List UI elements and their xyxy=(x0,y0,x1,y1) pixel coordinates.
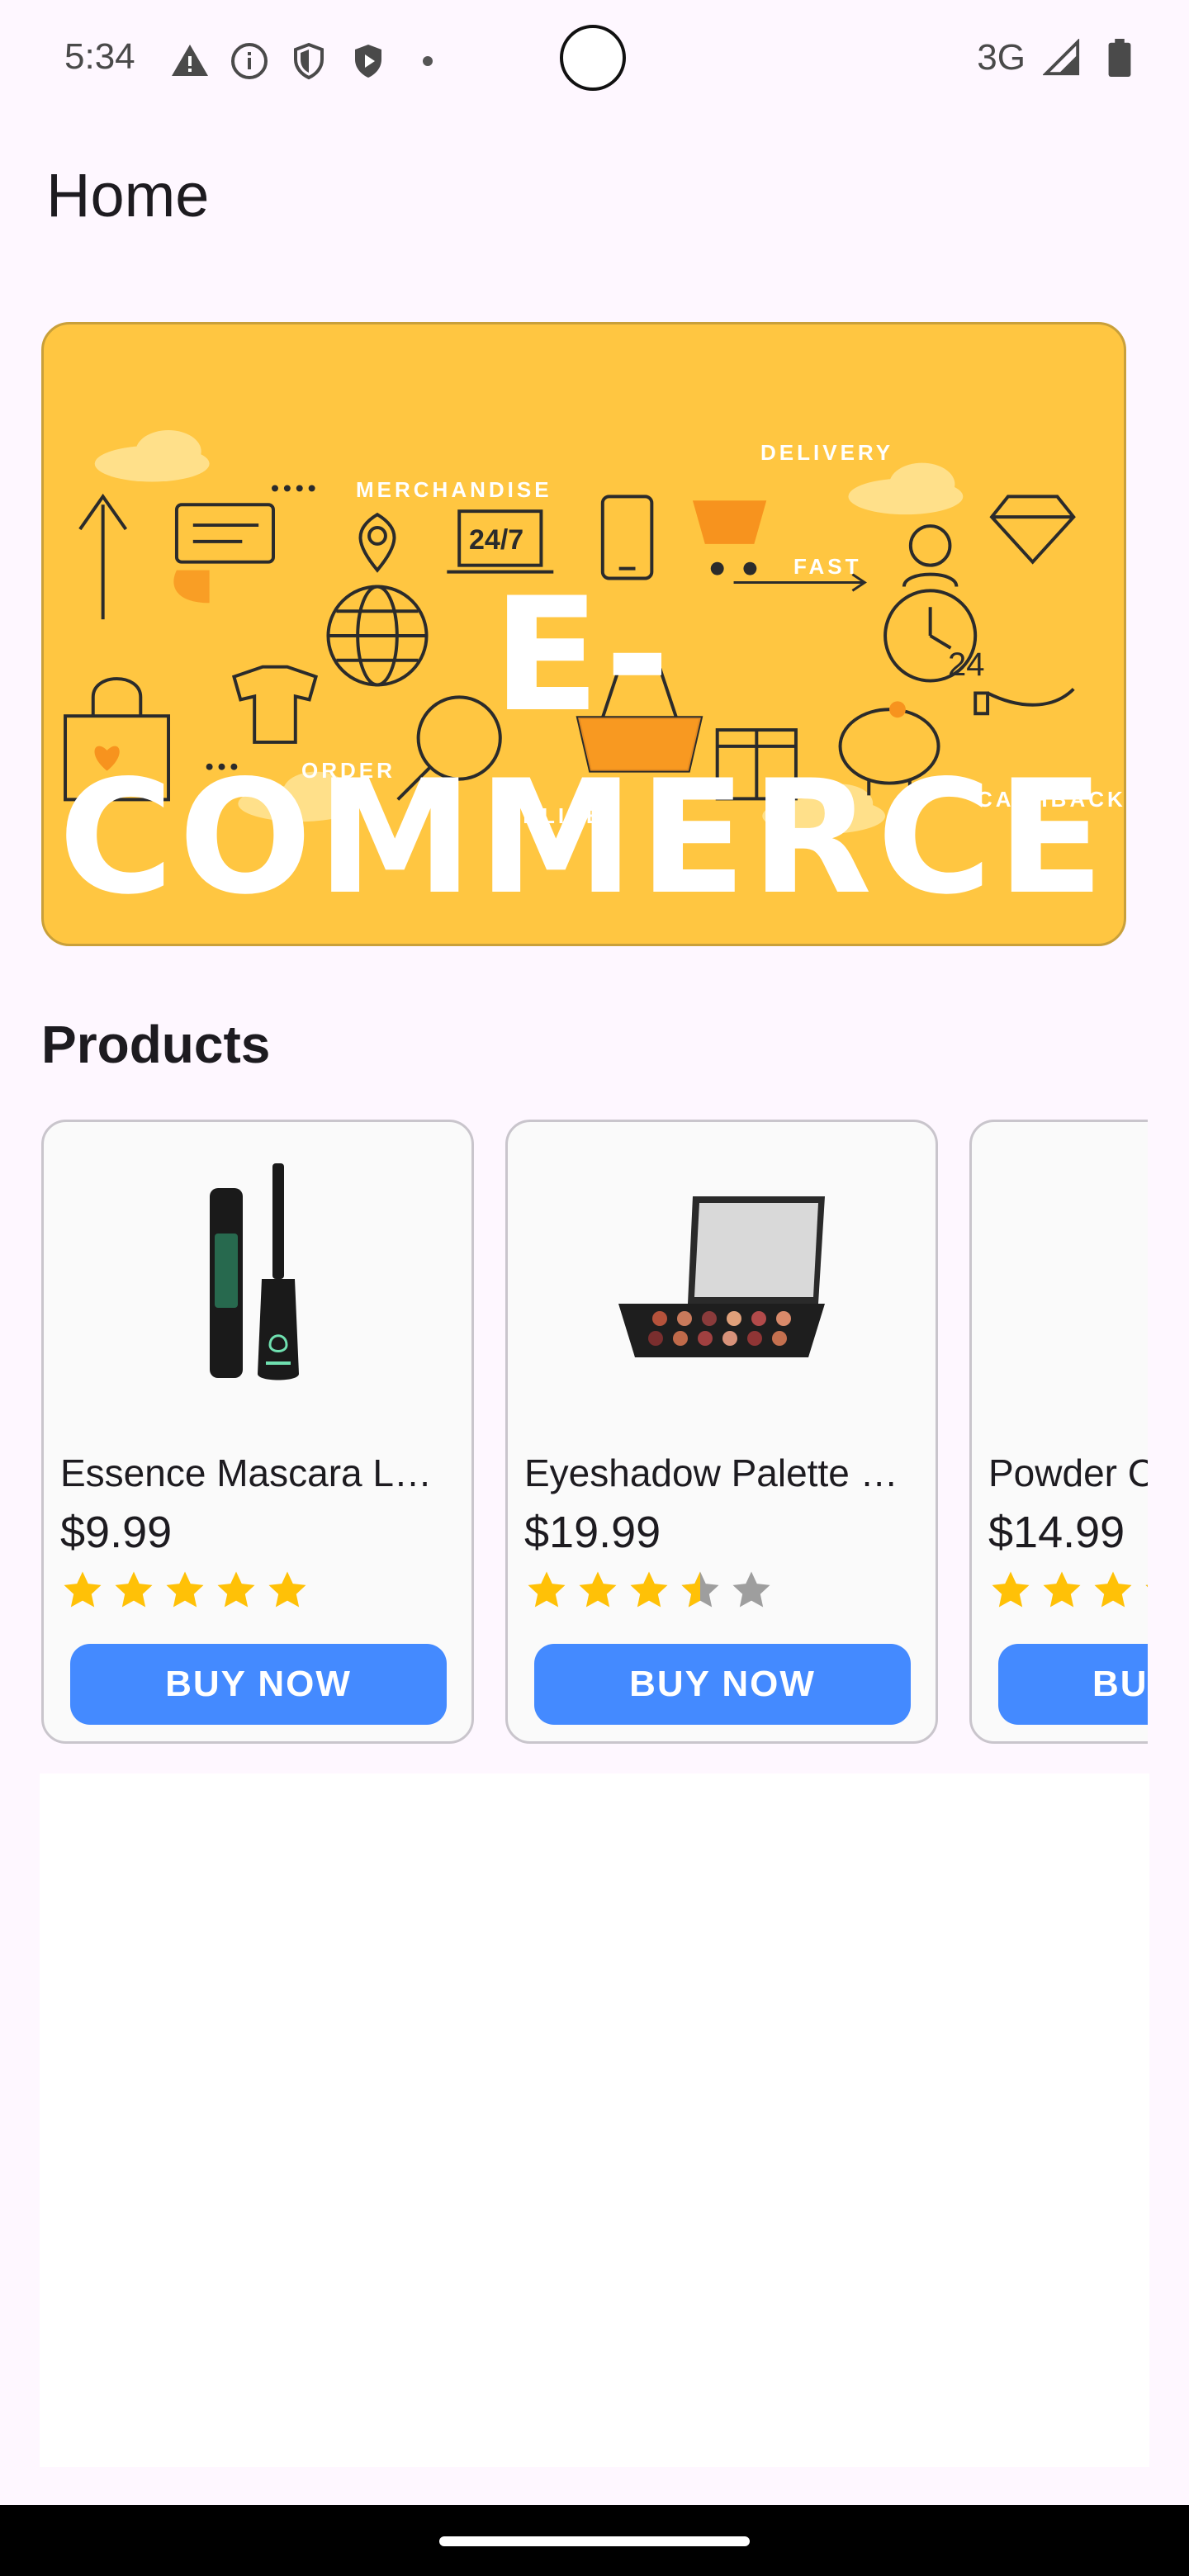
star-filled-icon xyxy=(1094,1571,1132,1608)
star-filled-icon xyxy=(64,1571,102,1608)
product-card[interactable]: Powder C $14.99 BU xyxy=(969,1120,1148,1744)
buy-now-button[interactable]: BUY NOW xyxy=(70,1644,447,1725)
product-rating xyxy=(988,1568,1148,1612)
more-notifications-dot xyxy=(423,56,433,66)
info-icon xyxy=(228,40,271,83)
mascara-icon xyxy=(44,1122,471,1436)
home-gesture-handle[interactable] xyxy=(439,2536,750,2546)
product-card[interactable]: Eyeshadow Palette … $19.99 BUY NOW xyxy=(505,1120,938,1744)
products-carousel[interactable]: Essence Mascara L… $9.99 BUY NOW Eyeshad… xyxy=(41,1120,1148,1744)
notification-icons xyxy=(168,40,433,83)
buy-now-button[interactable]: BUY NOW xyxy=(534,1644,911,1725)
star-empty-icon xyxy=(732,1571,770,1608)
gesture-nav-bar xyxy=(0,2505,1189,2576)
product-card[interactable]: Essence Mascara L… $9.99 BUY NOW xyxy=(41,1120,474,1744)
product-name: Powder C xyxy=(988,1451,1148,1494)
product-price: $19.99 xyxy=(524,1508,661,1557)
product-name: Eyeshadow Palette … xyxy=(524,1451,898,1494)
star-filled-icon xyxy=(579,1571,617,1608)
shield-icon xyxy=(287,40,330,83)
banner-label-fast: FAST xyxy=(793,554,862,579)
battery-icon xyxy=(1098,36,1141,79)
star-filled-icon xyxy=(528,1571,566,1608)
product-name: Essence Mascara L… xyxy=(60,1451,432,1494)
ecommerce-banner: E-COMMERCE MERCHANDISE DELIVERY FAST ORD… xyxy=(41,322,1126,946)
play-shield-icon xyxy=(347,40,390,83)
banner-label-day: 24 xyxy=(948,646,985,683)
eyeshadow-palette-icon xyxy=(508,1122,936,1436)
camera-cutout xyxy=(560,25,626,91)
product-rating xyxy=(60,1568,310,1612)
warning-icon xyxy=(168,40,211,83)
banner-label-hours: 24/7 xyxy=(469,524,524,556)
buy-now-button[interactable]: BU xyxy=(998,1644,1148,1725)
star-filled-icon xyxy=(630,1571,668,1608)
products-section-title: Products xyxy=(41,1015,271,1074)
banner-label-order: ORDER xyxy=(301,758,396,783)
banner-label-merchandise: MERCHANDISE xyxy=(356,477,552,502)
banner-title: E-COMMERCE xyxy=(58,564,1110,929)
status-time: 5:34 xyxy=(64,36,135,77)
content-panel xyxy=(40,1773,1149,2467)
banner-label-delivery: DELIVERY xyxy=(760,440,894,465)
product-price: $14.99 xyxy=(988,1508,1125,1557)
signal-icon xyxy=(1040,36,1083,79)
star-half-icon xyxy=(1145,1584,1148,1588)
system-icons: 3G xyxy=(977,36,1141,79)
banner-label-online: ONLINE xyxy=(503,803,604,828)
network-type: 3G xyxy=(977,37,1026,78)
star-filled-icon xyxy=(268,1571,306,1608)
banner-label-cashback: CASHBACK xyxy=(977,787,1126,812)
page-title: Home xyxy=(46,161,210,230)
star-filled-icon xyxy=(217,1571,255,1608)
app-bar: Home xyxy=(0,124,1189,272)
powder-compact-icon xyxy=(972,1122,1148,1436)
star-half-icon xyxy=(681,1571,719,1608)
star-filled-icon xyxy=(992,1571,1030,1608)
star-filled-icon xyxy=(115,1571,153,1608)
status-bar: 5:34 3G xyxy=(0,0,1189,124)
product-rating xyxy=(524,1568,774,1612)
star-filled-icon xyxy=(166,1571,204,1608)
star-filled-icon xyxy=(1043,1571,1081,1608)
product-price: $9.99 xyxy=(60,1508,173,1557)
